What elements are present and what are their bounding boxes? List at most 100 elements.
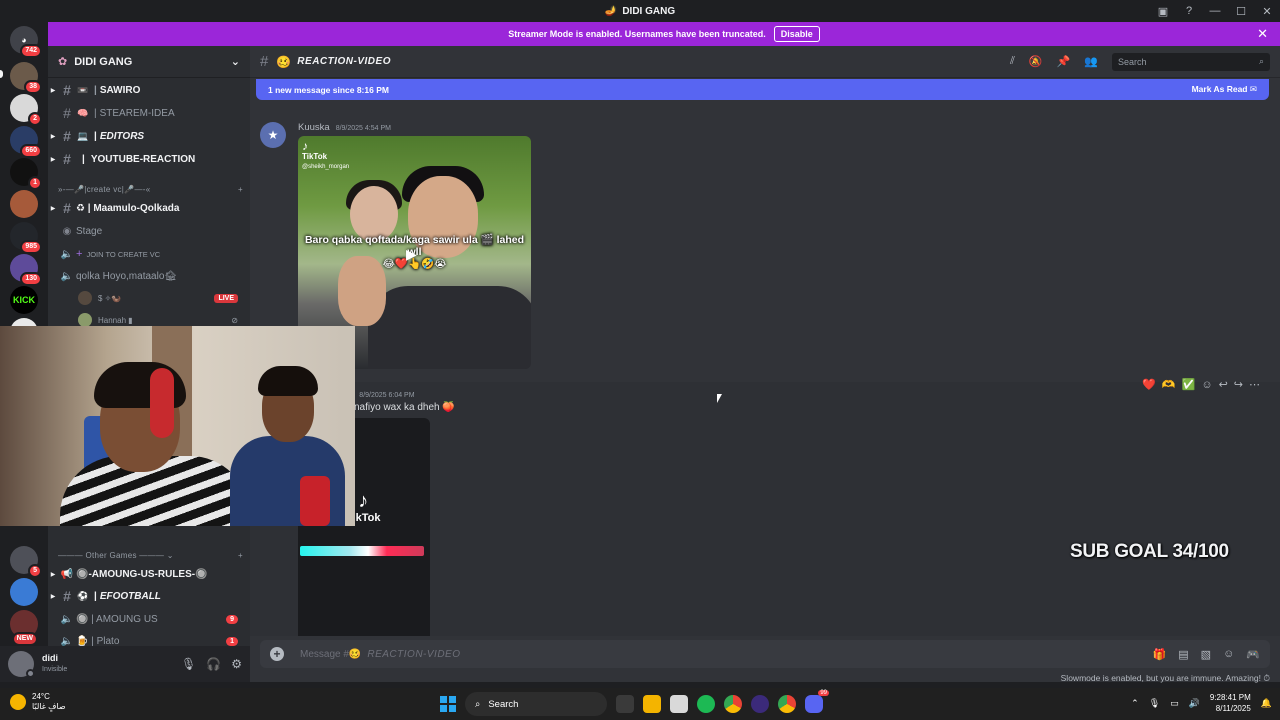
server-icon[interactable]: 660 <box>10 126 42 158</box>
server-icon[interactable]: 985 <box>10 222 42 254</box>
text-channel-icon: # <box>63 128 71 144</box>
spotify-icon[interactable] <box>697 695 715 713</box>
task-view-icon[interactable] <box>616 695 634 713</box>
chrome-icon[interactable] <box>778 695 796 713</box>
voice-user-row[interactable]: $ ✧🦦 LIVE <box>48 288 250 308</box>
more-options-icon[interactable]: ⋯ <box>1249 378 1260 391</box>
avatar <box>78 291 92 305</box>
text-channel-icon: # <box>63 200 71 216</box>
server-icon[interactable]: 38 <box>10 62 42 94</box>
emoji-icon[interactable]: ☺ <box>1223 648 1234 661</box>
server-icon[interactable] <box>10 190 38 218</box>
chevron-down-icon: ⌄ <box>230 56 240 68</box>
microphone-icon[interactable]: 🎙 <box>181 657 196 671</box>
speaker-icon: 🔈 <box>60 613 74 625</box>
sun-icon <box>10 694 26 710</box>
channel-sawiro[interactable]: ▶ # 📼 | SAWIRO <box>48 80 250 100</box>
play-icon[interactable]: ▶ <box>406 246 417 263</box>
browser-icon[interactable] <box>751 695 769 713</box>
microphone-icon[interactable]: 🎙 <box>1149 698 1160 709</box>
gif-icon[interactable]: ▤ <box>1178 648 1188 661</box>
weather-widget[interactable]: 24°C صافٍ غالبًا <box>10 692 66 712</box>
search-input[interactable]: Search ⌕ <box>1112 52 1270 71</box>
tiktok-icon: ♪ <box>358 490 369 512</box>
file-explorer-icon[interactable] <box>643 695 661 713</box>
activity-icon[interactable]: 🎮 <box>1246 648 1260 661</box>
window-title: 🪔 DIDI GANG <box>604 5 676 17</box>
volume-icon[interactable]: 🔊 <box>1189 698 1200 709</box>
channel-maamulo-qolkada[interactable]: ▶ # ♻ | Maamulo-Qolkada <box>48 198 250 218</box>
close-banner-icon[interactable]: ✕ <box>1257 26 1268 42</box>
message-author[interactable]: 78/9/2025 6:04 PM <box>348 389 415 400</box>
mark-as-read-button[interactable]: Mark As Read ✉ <box>1192 84 1257 95</box>
user-panel: didi Invisible 🎙 🎧 ⚙ <box>0 646 250 682</box>
gift-icon[interactable]: 🎁 <box>1153 648 1167 661</box>
new-messages-bar[interactable]: 1 new message since 8:16 PM Mark As Read… <box>256 79 1269 100</box>
forward-icon[interactable]: ↪ <box>1234 378 1243 391</box>
direct-messages-button[interactable]: ◕ 742 <box>10 26 42 58</box>
maximize-button[interactable]: ☐ <box>1228 0 1254 22</box>
message-author[interactable]: Kuuska 8/9/2025 4:54 PM <box>298 122 391 133</box>
voice-channel-among-us[interactable]: 🔈 🔘 | AMOUNG US 9 <box>48 609 250 629</box>
reaction-heart[interactable]: ❤️ <box>1142 378 1156 391</box>
member-list-icon[interactable]: 👥 <box>1084 55 1098 68</box>
inbox-icon[interactable]: ▣ <box>1150 0 1176 22</box>
channel-stearem-idea[interactable]: # 🧠 | STEAREM-IDEA <box>48 103 250 123</box>
reply-icon[interactable]: ↩ <box>1219 378 1228 391</box>
gear-icon[interactable]: ⚙ <box>231 657 242 671</box>
add-reaction-icon[interactable]: ☺ <box>1201 379 1212 391</box>
reaction-check[interactable]: ✅ <box>1182 378 1196 391</box>
avatar[interactable]: ★ <box>260 122 286 148</box>
guild-header[interactable]: ✿ DIDI GANG ⌄ <box>48 46 250 78</box>
network-icon[interactable]: ▭ <box>1170 698 1179 709</box>
channel-editors[interactable]: ▶ # 💻 | EDITORS <box>48 126 250 146</box>
avatar[interactable] <box>8 651 35 678</box>
pin-icon[interactable]: 📌 <box>1057 55 1071 68</box>
server-icon[interactable]: 130 <box>10 254 42 286</box>
server-icon[interactable]: 1 <box>10 158 42 190</box>
text-channel-icon: # <box>63 105 71 121</box>
user-status: Invisible <box>42 666 68 673</box>
server-icon[interactable]: NEW <box>10 610 38 646</box>
store-icon[interactable] <box>670 695 688 713</box>
server-icon[interactable]: 5 <box>10 546 42 578</box>
windows-start-icon[interactable] <box>440 696 456 712</box>
selected-server-pill <box>0 70 3 78</box>
chrome-icon[interactable] <box>724 695 742 713</box>
channel-youtube-reaction[interactable]: ▶ # | YOUTUBE-REACTION <box>48 149 250 169</box>
add-channel-icon[interactable]: + <box>238 185 243 194</box>
mouse-cursor <box>717 394 722 403</box>
add-channel-icon[interactable]: + <box>238 551 243 560</box>
star-icon: ★ <box>267 128 279 142</box>
webcam-overlay <box>0 326 355 526</box>
help-icon[interactable]: ? <box>1176 0 1202 22</box>
chevron-up-icon[interactable]: ⌃ <box>1131 698 1139 709</box>
channel-among-us-rules[interactable]: ▶ 📢 🔘-AMOUNG-US-RULES-🔘 <box>48 564 250 584</box>
kick-server-icon[interactable]: KICK <box>10 286 38 314</box>
category-create-vc[interactable]: »-—🎤|create vc|🎤—-« + <box>58 182 243 196</box>
voice-channel-qolka[interactable]: 🔈 qolka Hoyo,mataalo🏚 <box>48 266 250 286</box>
discord-taskbar-icon[interactable]: 99 <box>805 690 829 713</box>
category-other-games[interactable]: ——— Other Games ——— ⌄ + <box>58 548 243 562</box>
reaction-hands[interactable]: 🫶 <box>1162 378 1176 391</box>
threads-icon[interactable]: ⫽ <box>1010 55 1015 68</box>
minimize-button[interactable]: — <box>1202 0 1228 22</box>
server-icon[interactable]: 2 <box>10 94 42 126</box>
tiktok-icon: ♪ <box>302 139 308 153</box>
avatar <box>78 313 92 327</box>
headphones-icon[interactable]: 🎧 <box>206 657 221 671</box>
notification-bell-icon[interactable]: 🔕 <box>1029 55 1043 68</box>
clock[interactable]: 9:28:41 PM 8/11/2025 <box>1210 692 1251 714</box>
channel-join-create-vc[interactable]: 🔈 + JOIN TO CREATE VC <box>48 244 250 264</box>
sub-goal-overlay: SUB GOAL 34/100 <box>1070 541 1229 562</box>
channel-stage[interactable]: ◉ Stage <box>48 221 250 241</box>
notifications-icon[interactable]: 🔔 <box>1261 698 1272 709</box>
channel-efootball[interactable]: ▶ # ⚽ | EFOOTBALL <box>48 586 250 606</box>
upload-plus-icon[interactable]: + <box>270 647 284 661</box>
server-icon[interactable] <box>10 578 38 606</box>
message-input[interactable]: + Message #🥴 REACTION-VIDEO 🎁 ▤ ▧ ☺ 🎮 <box>260 640 1270 668</box>
taskbar-search[interactable]: ⌕ Search <box>465 692 607 716</box>
close-window-button[interactable]: ✕ <box>1254 0 1280 22</box>
disable-streamer-mode-button[interactable]: Disable <box>773 26 820 42</box>
sticker-icon[interactable]: ▧ <box>1201 648 1211 661</box>
